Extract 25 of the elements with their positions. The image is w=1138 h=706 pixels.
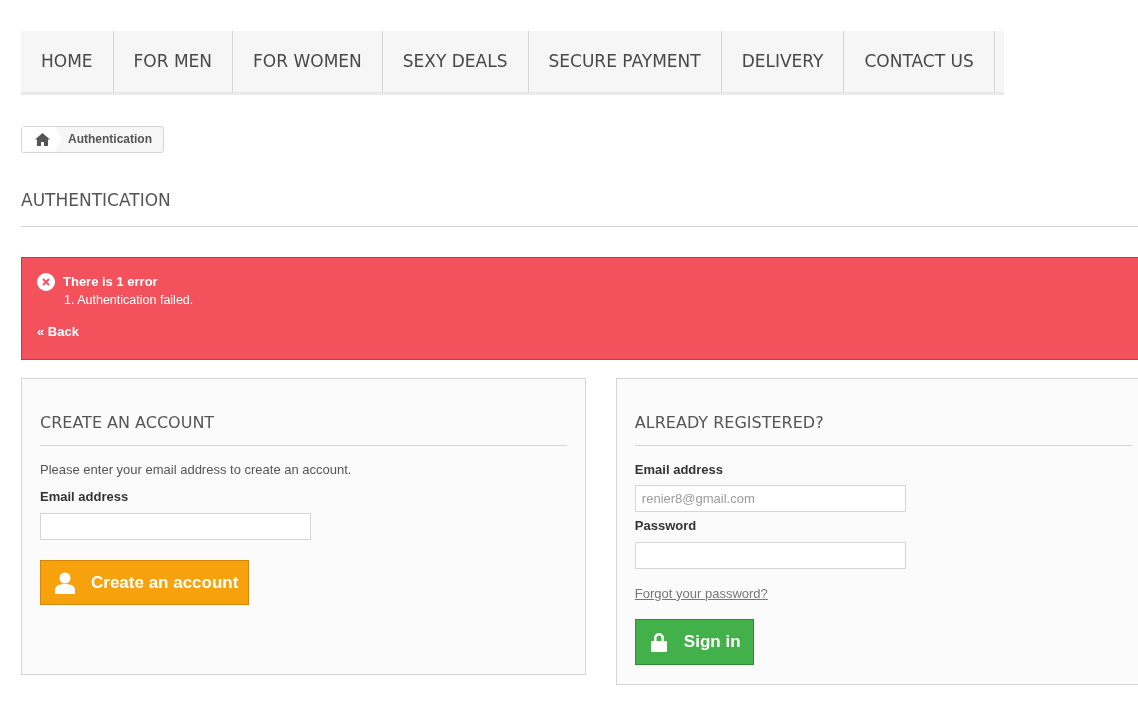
panel-heading: CREATE AN ACCOUNT xyxy=(40,378,567,446)
email-label: Email address xyxy=(634,460,724,479)
home-icon xyxy=(34,132,50,146)
menu-link[interactable]: HOME xyxy=(21,31,114,92)
user-icon xyxy=(55,571,75,594)
email-field[interactable] xyxy=(40,512,311,540)
home-link[interactable] xyxy=(22,126,62,152)
email-label: Email address xyxy=(40,488,130,507)
panel-heading: ALREADY REGISTERED? xyxy=(634,378,1132,446)
menu-link[interactable]: SECURE PAYMENT xyxy=(528,31,722,92)
password-field[interactable] xyxy=(634,541,906,569)
menu-link[interactable]: DELIVERY xyxy=(721,31,845,92)
error-icon xyxy=(37,272,55,291)
forgot-password-link[interactable]: Forgot your password? xyxy=(634,583,768,604)
lock-icon xyxy=(649,632,668,653)
error-title: There is 1 error xyxy=(63,272,158,291)
page-title: AUTHENTICATION xyxy=(21,152,1138,227)
menu-link[interactable]: FOR WOMEN xyxy=(233,31,383,92)
error-item: 1. Authentication failed. xyxy=(63,292,195,310)
menu-link[interactable]: FOR MEN xyxy=(113,31,234,92)
breadcrumb-current: Authentication xyxy=(67,131,153,148)
intro-text: Please enter your email address to create an account. xyxy=(40,460,353,479)
menu-link[interactable]: SEXY DEALS xyxy=(382,31,529,92)
menu-link[interactable]: CONTACT US xyxy=(844,31,995,92)
password-label: Password xyxy=(634,517,698,536)
